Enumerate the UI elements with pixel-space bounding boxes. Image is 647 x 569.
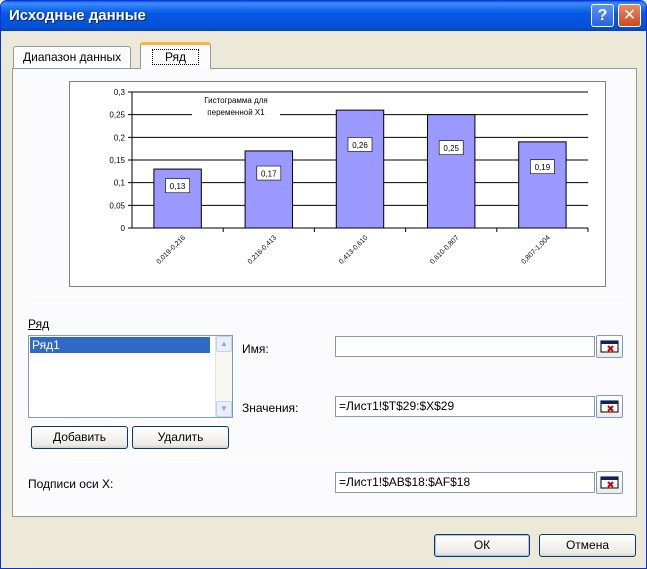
dialog-window: Исходные данные ? ✕ Диапазон данных Ряд …: [0, 0, 647, 569]
listbox-scrollbar[interactable]: ▲ ▼: [215, 336, 232, 417]
ok-label: ОК: [473, 538, 491, 552]
ok-button[interactable]: ОК: [434, 534, 530, 557]
values-label: Значения:: [242, 401, 299, 415]
values-field[interactable]: =Лист1!$T$29:$X$29: [335, 396, 595, 417]
x-tick-label: 0,413-0,610: [338, 234, 369, 265]
cancel-button[interactable]: Отмена: [539, 534, 636, 557]
range-picker-icon: [600, 476, 619, 489]
window-title: Исходные данные: [9, 7, 146, 24]
series-listbox[interactable]: Ряд1 ▲ ▼: [28, 335, 233, 418]
y-tick-label: 0,05: [109, 201, 125, 210]
data-label: 0,25: [443, 144, 459, 153]
series-label-text: Ряд: [28, 317, 50, 331]
x-tick-label: 0,019-0,216: [156, 234, 187, 265]
scroll-down-icon[interactable]: ▼: [216, 401, 232, 417]
delete-series-label: Удалить: [157, 430, 204, 444]
bar: [153, 168, 202, 229]
tab-panel: 0 0,05 0,1 0,15 0,2 0,25 0,3 0,13 0,019-0,216 0,1…: [12, 68, 637, 517]
chart-preview: 0 0,05 0,1 0,15 0,2 0,25 0,3 0,13 0,019-0,216 0,1…: [69, 81, 606, 287]
y-tick-label: 0,15: [109, 156, 125, 165]
x-tick-label: 0,216-0,413: [247, 234, 278, 265]
tab-series[interactable]: Ряд: [140, 42, 211, 69]
separator-top: [27, 302, 624, 303]
data-label: 0,26: [352, 141, 368, 150]
chart-annotation: Гистограмма для: [204, 96, 268, 105]
data-label: 0,13: [170, 182, 186, 191]
range-picker-icon: [600, 400, 619, 413]
add-series-button[interactable]: Добавить: [31, 426, 128, 449]
series-label: Ряд: [28, 317, 49, 331]
chart-annotation: переменной Х1: [207, 108, 265, 117]
histogram-chart: 0 0,05 0,1 0,15 0,2 0,25 0,3 0,13 0,019-0,216 0,1…: [109, 88, 589, 266]
bar: [518, 141, 567, 229]
name-label: Имя:: [242, 342, 269, 356]
title-bar[interactable]: Исходные данные ? ✕: [1, 1, 646, 31]
cancel-label: Отмена: [565, 538, 610, 552]
values-range-picker-button[interactable]: [596, 395, 623, 418]
tab-series-label: Ряд: [151, 49, 200, 65]
separator-bottom: [27, 458, 624, 459]
x-tick-label: 0,807-1,004: [520, 234, 551, 265]
y-tick-label: 0,3: [114, 88, 126, 97]
help-button[interactable]: ?: [591, 4, 614, 27]
scroll-up-icon[interactable]: ▲: [216, 336, 232, 352]
data-label: 0,19: [535, 163, 551, 172]
range-picker-icon: [600, 340, 619, 353]
add-series-label: Добавить: [52, 430, 107, 444]
list-item[interactable]: Ряд1: [30, 337, 210, 353]
close-button[interactable]: ✕: [618, 4, 641, 27]
bar: [244, 150, 294, 229]
x-labels-label: Подписи оси X:: [28, 477, 114, 491]
tab-data-range[interactable]: Диапазон данных: [13, 46, 132, 68]
x-tick-label: 0,610-0,807: [429, 234, 460, 265]
bar: [426, 114, 476, 229]
y-tick-label: 0,25: [109, 111, 125, 120]
x-labels-field[interactable]: =Лист1!$AB$18:$AF$18: [335, 472, 595, 493]
data-label: 0,17: [261, 170, 277, 179]
y-tick-label: 0: [121, 224, 126, 233]
x-labels-range-picker-button[interactable]: [596, 471, 623, 494]
name-range-picker-button[interactable]: [596, 335, 623, 358]
name-field[interactable]: [335, 336, 595, 357]
close-icon: ✕: [622, 7, 637, 24]
delete-series-button[interactable]: Удалить: [132, 426, 229, 449]
bar: [335, 109, 385, 229]
y-tick-label: 0,1: [114, 179, 126, 188]
y-tick-label: 0,2: [114, 133, 126, 142]
